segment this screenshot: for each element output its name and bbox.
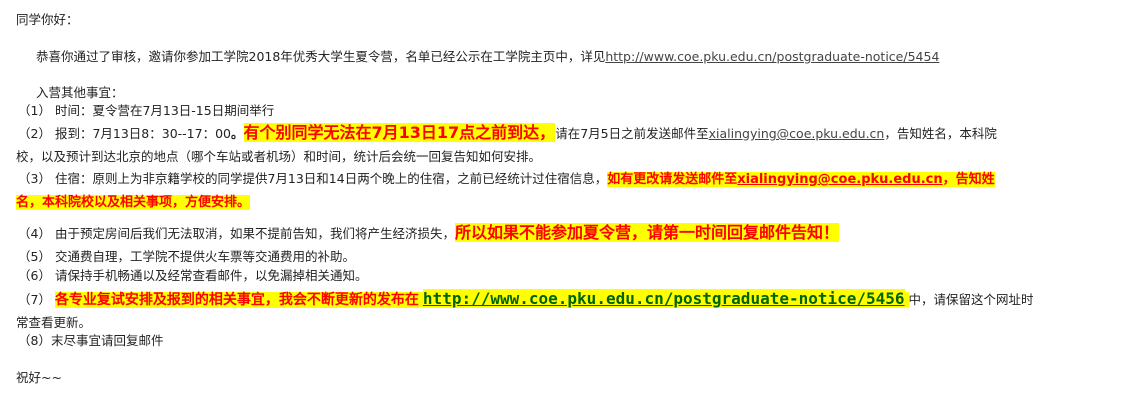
list-item-1: （1） 时间：夏令营在7月13日-15日期间举行 [18,102,274,120]
item-text: 请保持手机畅通以及经常查看邮件，以免漏掉相关通知。 [54,268,368,283]
paragraph-intro: 恭喜你通过了审核，邀请你参加工学院2018年优秀大学生夏令营，名单已经公示在工学… [36,48,939,66]
email-body: 同学你好： 恭喜你通过了审核，邀请你参加工学院2018年优秀大学生夏令营，名单已… [0,0,1136,400]
highlight-accommodation-suffix: ，告知姓 [942,172,995,187]
item-dot: 。 [231,126,244,141]
item-text: 由于预定房间后我们无法取消，如果不提前告知，我们将产生经济损失， [54,226,455,241]
list-item-3: （3） 住宿：原则上为非京籍学校的同学提供7月13日和14日两个晚上的住宿，之前… [18,170,995,189]
item-number: （2） [18,126,51,141]
highlight-accommodation-line2: 名，本科院校以及相关事项，方便安排。 [16,195,251,210]
item-text: 报到：7月13日8：30--17：00 [54,126,231,141]
list-item-6: （6） 请保持手机畅通以及经常查看邮件，以免漏掉相关通知。 [18,267,367,285]
notice-link-5456[interactable]: http://www.coe.pku.edu.cn/postgraduate-n… [422,289,905,308]
closing: 祝好~~ [16,370,62,385]
intro-text: 恭喜你通过了审核，邀请你参加工学院2018年优秀大学生夏令营，名单已经公示在工学… [36,49,606,64]
item-number: （1） [18,103,51,118]
item-text: 时间：夏令营在7月13日-15日期间举行 [54,103,275,118]
list-item-2: （2） 报到：7月13日8：30--17：00。有个别同学无法在7月13日17点… [18,123,997,143]
item-text: 末尽事宜请回复邮件 [50,333,164,348]
item-number: （5） [18,249,51,264]
list-item-7: （7） 各专业复试安排及报到的相关事宜，我会不断更新的发布在 http://ww… [18,289,1034,309]
item-text: 交通费自理，工学院不提供火车票等交通费用的补助。 [54,249,355,264]
email-link[interactable]: xialingying@coe.pku.edu.cn [709,126,885,141]
item-text-suffix: 中，请保留这个网址时 [908,292,1034,307]
item-text: 住宿：原则上为非京籍学校的同学提供7月13日和14日两个晚上的住宿，之前已经统计… [54,171,608,186]
highlight-arrival: 有个别同学无法在7月13日17点之前到达， [243,123,556,142]
list-item-7-cont: 常查看更新。 [16,315,92,330]
item-number: （8） [18,333,51,348]
list-item-4: （4） 由于预定房间后我们无法取消，如果不提前告知，我们将产生经济损失，所以如果… [18,223,839,243]
item-text-mid: 请在7月5日之前发送邮件至 [555,126,709,141]
list-item-8: （8）末尽事宜请回复邮件 [18,332,163,350]
highlight-updates: 各专业复试安排及报到的相关事宜，我会不断更新的发布在 [54,292,419,308]
highlight-cancel: 所以如果不能参加夏令营，请第一时间回复邮件告知！ [454,223,839,242]
list-item-2-cont: 校，以及预计到达北京的地点（哪个车站或者机场）和时间，统计后会统一回复告知如何安… [16,149,542,164]
greeting: 同学你好： [16,12,79,27]
notice-link-5454[interactable]: http://www.coe.pku.edu.cn/postgraduate-n… [605,49,939,64]
list-item-3-cont: 名，本科院校以及相关事项，方便安排。 [16,193,251,212]
highlight-accommodation: 如有更改请发送邮件至 [607,172,738,187]
item-number: （4） [18,226,51,241]
email-link-highlight[interactable]: xialingying@coe.pku.edu.cn [737,172,943,187]
section-title: 入营其他事宜： [36,85,124,100]
list-item-5: （5） 交通费自理，工学院不提供火车票等交通费用的补助。 [18,248,355,266]
item-number: （7） [18,292,51,307]
item-number: （6） [18,268,51,283]
item-text-suffix: ，告知姓名，本科院 [884,126,997,141]
item-number: （3） [18,171,51,186]
